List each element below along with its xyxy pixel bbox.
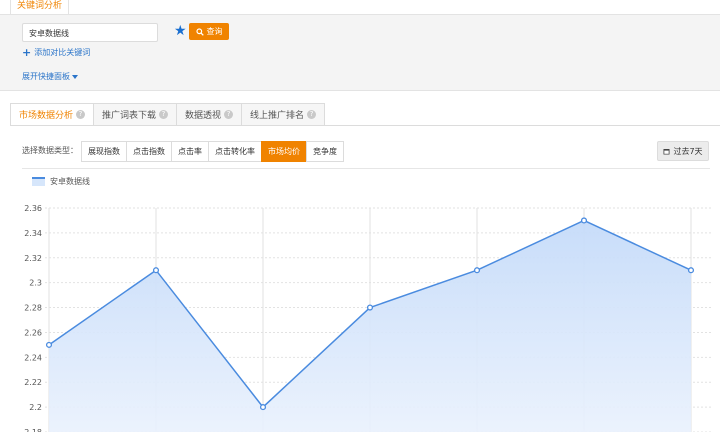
y-tick-label: 2.2 [29, 403, 42, 412]
data-point [152, 267, 160, 274]
data-point [580, 217, 588, 224]
data-point [366, 304, 374, 311]
data-point [259, 404, 267, 411]
data-point [473, 267, 481, 274]
y-tick-label: 2.3 [29, 279, 42, 288]
y-tick-label: 2.22 [24, 378, 42, 387]
data-point [45, 341, 53, 348]
y-tick-label: 2.36 [24, 204, 42, 213]
y-tick-label: 2.32 [24, 254, 42, 263]
y-tick-label: 2.34 [24, 229, 42, 238]
y-tick-label: 2.18 [24, 428, 42, 432]
y-tick-label: 2.24 [24, 353, 42, 362]
data-point [687, 267, 695, 274]
price-chart: 2.36 2.34 2.32 2.3 2.28 2.26 2.24 2.22 2.2 2.18 [24, 204, 712, 432]
y-tick-label: 2.28 [24, 304, 42, 313]
y-tick-label: 2.26 [24, 328, 42, 337]
